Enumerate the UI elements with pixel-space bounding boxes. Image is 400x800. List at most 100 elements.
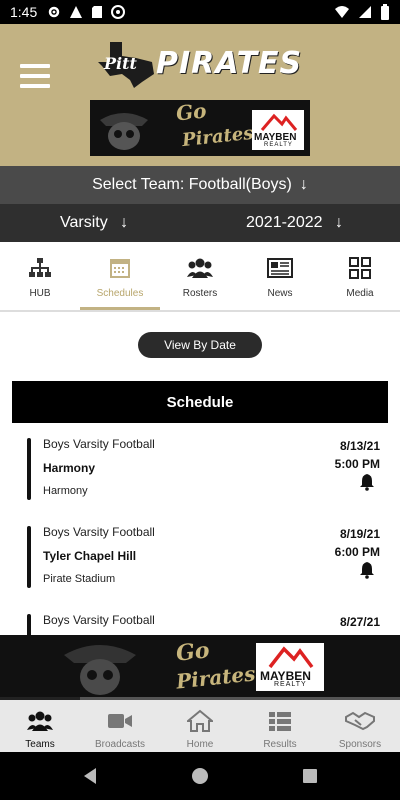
game-date: 8/19/21 <box>339 527 380 541</box>
circle-badge-icon <box>111 5 126 19</box>
season-select-dropdown[interactable]: 2021-2022 ↓ <box>246 214 343 232</box>
nav-label: Results <box>263 739 297 750</box>
recents-button[interactable] <box>300 766 320 786</box>
logo-pitt-text: Pitt <box>104 54 137 73</box>
arrow-down-icon: ↓ <box>334 214 343 231</box>
status-icons-right <box>334 4 390 20</box>
team-select-dropdown[interactable]: Select Team: Football(Boys) ↓ <box>0 166 400 204</box>
app-root: 1:45 Pitt PIRATES Go Pirates! MAYBEN REA… <box>0 0 400 800</box>
game-row[interactable]: Boys Varsity Football Tyler Chapel Hill … <box>0 518 400 598</box>
game-sport: Boys Varsity Football <box>43 437 155 451</box>
level-label: Varsity <box>60 214 108 231</box>
tab-schedules[interactable]: Schedules <box>80 242 160 310</box>
grid-icon <box>349 254 371 282</box>
bell-icon[interactable] <box>358 561 376 579</box>
nav-results[interactable]: Results <box>240 700 320 752</box>
menu-line <box>20 74 50 78</box>
game-date: 8/13/21 <box>339 439 380 453</box>
sponsor-sub: REALTY <box>274 681 307 688</box>
sponsor-banner-bottom[interactable]: Go Pirates! MAYBEN REALTY <box>0 635 400 697</box>
pirate-skull-icon <box>100 113 148 150</box>
schedule-title: Schedule <box>12 381 388 423</box>
tab-label: Media <box>346 288 374 299</box>
banner-go-text: Go <box>174 637 211 667</box>
bottom-navigation: Teams Broadcasts Home Results Sponsors <box>0 700 400 752</box>
banner-go-text: Go <box>174 100 208 126</box>
sponsor-banner-top[interactable]: Go Pirates! MAYBEN REALTY <box>90 100 310 156</box>
menu-line <box>20 84 50 88</box>
tab-news[interactable]: News <box>240 242 320 310</box>
logo-pirates-text: PIRATES <box>156 46 303 81</box>
settings-icon <box>49 6 60 18</box>
game-opponent: Tyler Chapel Hill <box>43 549 137 563</box>
tab-label: HUB <box>29 288 51 299</box>
game-location: Harmony <box>43 485 88 497</box>
tab-label: Rosters <box>182 288 218 299</box>
house-roof-icon <box>260 113 298 131</box>
battery-icon <box>381 4 389 20</box>
tab-label: News <box>267 288 293 299</box>
menu-line <box>20 64 50 68</box>
nav-teams[interactable]: Teams <box>0 700 80 752</box>
game-accent-bar <box>27 526 31 588</box>
signal-icon <box>359 6 371 18</box>
game-sport: Boys Varsity Football <box>43 525 155 539</box>
app-header: Pitt PIRATES Go Pirates! MAYBEN REALTY <box>0 24 400 166</box>
view-by-date-button[interactable]: View By Date <box>138 332 262 358</box>
game-row[interactable]: Boys Varsity Football Harmony Harmony 8/… <box>0 430 400 510</box>
recents-square-icon <box>303 769 317 783</box>
game-opponent: Harmony <box>43 461 96 475</box>
house-roof-icon <box>268 646 314 669</box>
game-accent-bar <box>27 438 31 500</box>
game-accent-bar <box>27 614 31 635</box>
status-bar: 1:45 <box>0 0 400 24</box>
section-tabs: HUB Schedules Rosters News Media <box>0 242 400 310</box>
video-camera-icon <box>107 707 133 735</box>
arrow-down-icon: ↓ <box>120 214 129 231</box>
calendar-icon <box>109 254 131 282</box>
sponsor-sub: REALTY <box>264 142 293 148</box>
arrow-down-icon: ↓ <box>299 176 308 193</box>
team-logo: Pitt PIRATES <box>96 40 318 90</box>
game-date: 8/27/21 <box>339 615 380 629</box>
tab-hub[interactable]: HUB <box>0 242 80 310</box>
tab-rosters[interactable]: Rosters <box>160 242 240 310</box>
game-time: 5:00 PM <box>334 457 380 471</box>
home-system-button[interactable] <box>190 766 210 786</box>
back-triangle-icon <box>84 768 96 784</box>
back-button[interactable] <box>80 766 100 786</box>
home-icon <box>187 707 213 735</box>
nav-sponsors[interactable]: Sponsors <box>320 700 400 752</box>
team-icon <box>27 707 53 735</box>
sd-card-icon <box>92 6 103 18</box>
tabs-divider <box>0 310 400 312</box>
schedule-list[interactable]: Boys Varsity Football Harmony Harmony 8/… <box>0 430 400 635</box>
game-sport: Boys Varsity Football <box>43 613 155 627</box>
home-circle-icon <box>192 768 208 784</box>
nav-home[interactable]: Home <box>160 700 240 752</box>
banner-pirates-text: Pirates! <box>181 121 263 152</box>
hamburger-menu-button[interactable] <box>20 64 50 88</box>
people-icon <box>187 254 213 282</box>
level-select-dropdown[interactable]: Varsity ↓ <box>60 214 128 232</box>
wifi-icon <box>335 6 349 18</box>
nav-label: Broadcasts <box>94 739 146 750</box>
nav-label: Teams <box>25 739 55 750</box>
pirate-skull-icon <box>64 645 136 695</box>
game-time: 6:00 PM <box>334 545 380 559</box>
nav-label: Sponsors <box>338 739 382 750</box>
handshake-icon <box>345 707 375 735</box>
season-label: 2021-2022 <box>246 214 323 231</box>
newspaper-icon <box>267 254 293 282</box>
bell-icon[interactable] <box>358 473 376 491</box>
list-icon <box>268 707 292 735</box>
game-location: Pirate Stadium <box>43 573 116 585</box>
status-icons-left <box>47 5 126 19</box>
system-navigation-bar <box>0 752 400 800</box>
tab-label: Schedules <box>96 288 144 299</box>
nav-broadcasts[interactable]: Broadcasts <box>80 700 160 752</box>
triangle-a-icon <box>70 6 83 18</box>
game-row[interactable]: Boys Varsity Football 8/27/21 <box>0 606 400 635</box>
tab-media[interactable]: Media <box>320 242 400 310</box>
team-select-label: Select Team: Football(Boys) <box>92 176 292 193</box>
